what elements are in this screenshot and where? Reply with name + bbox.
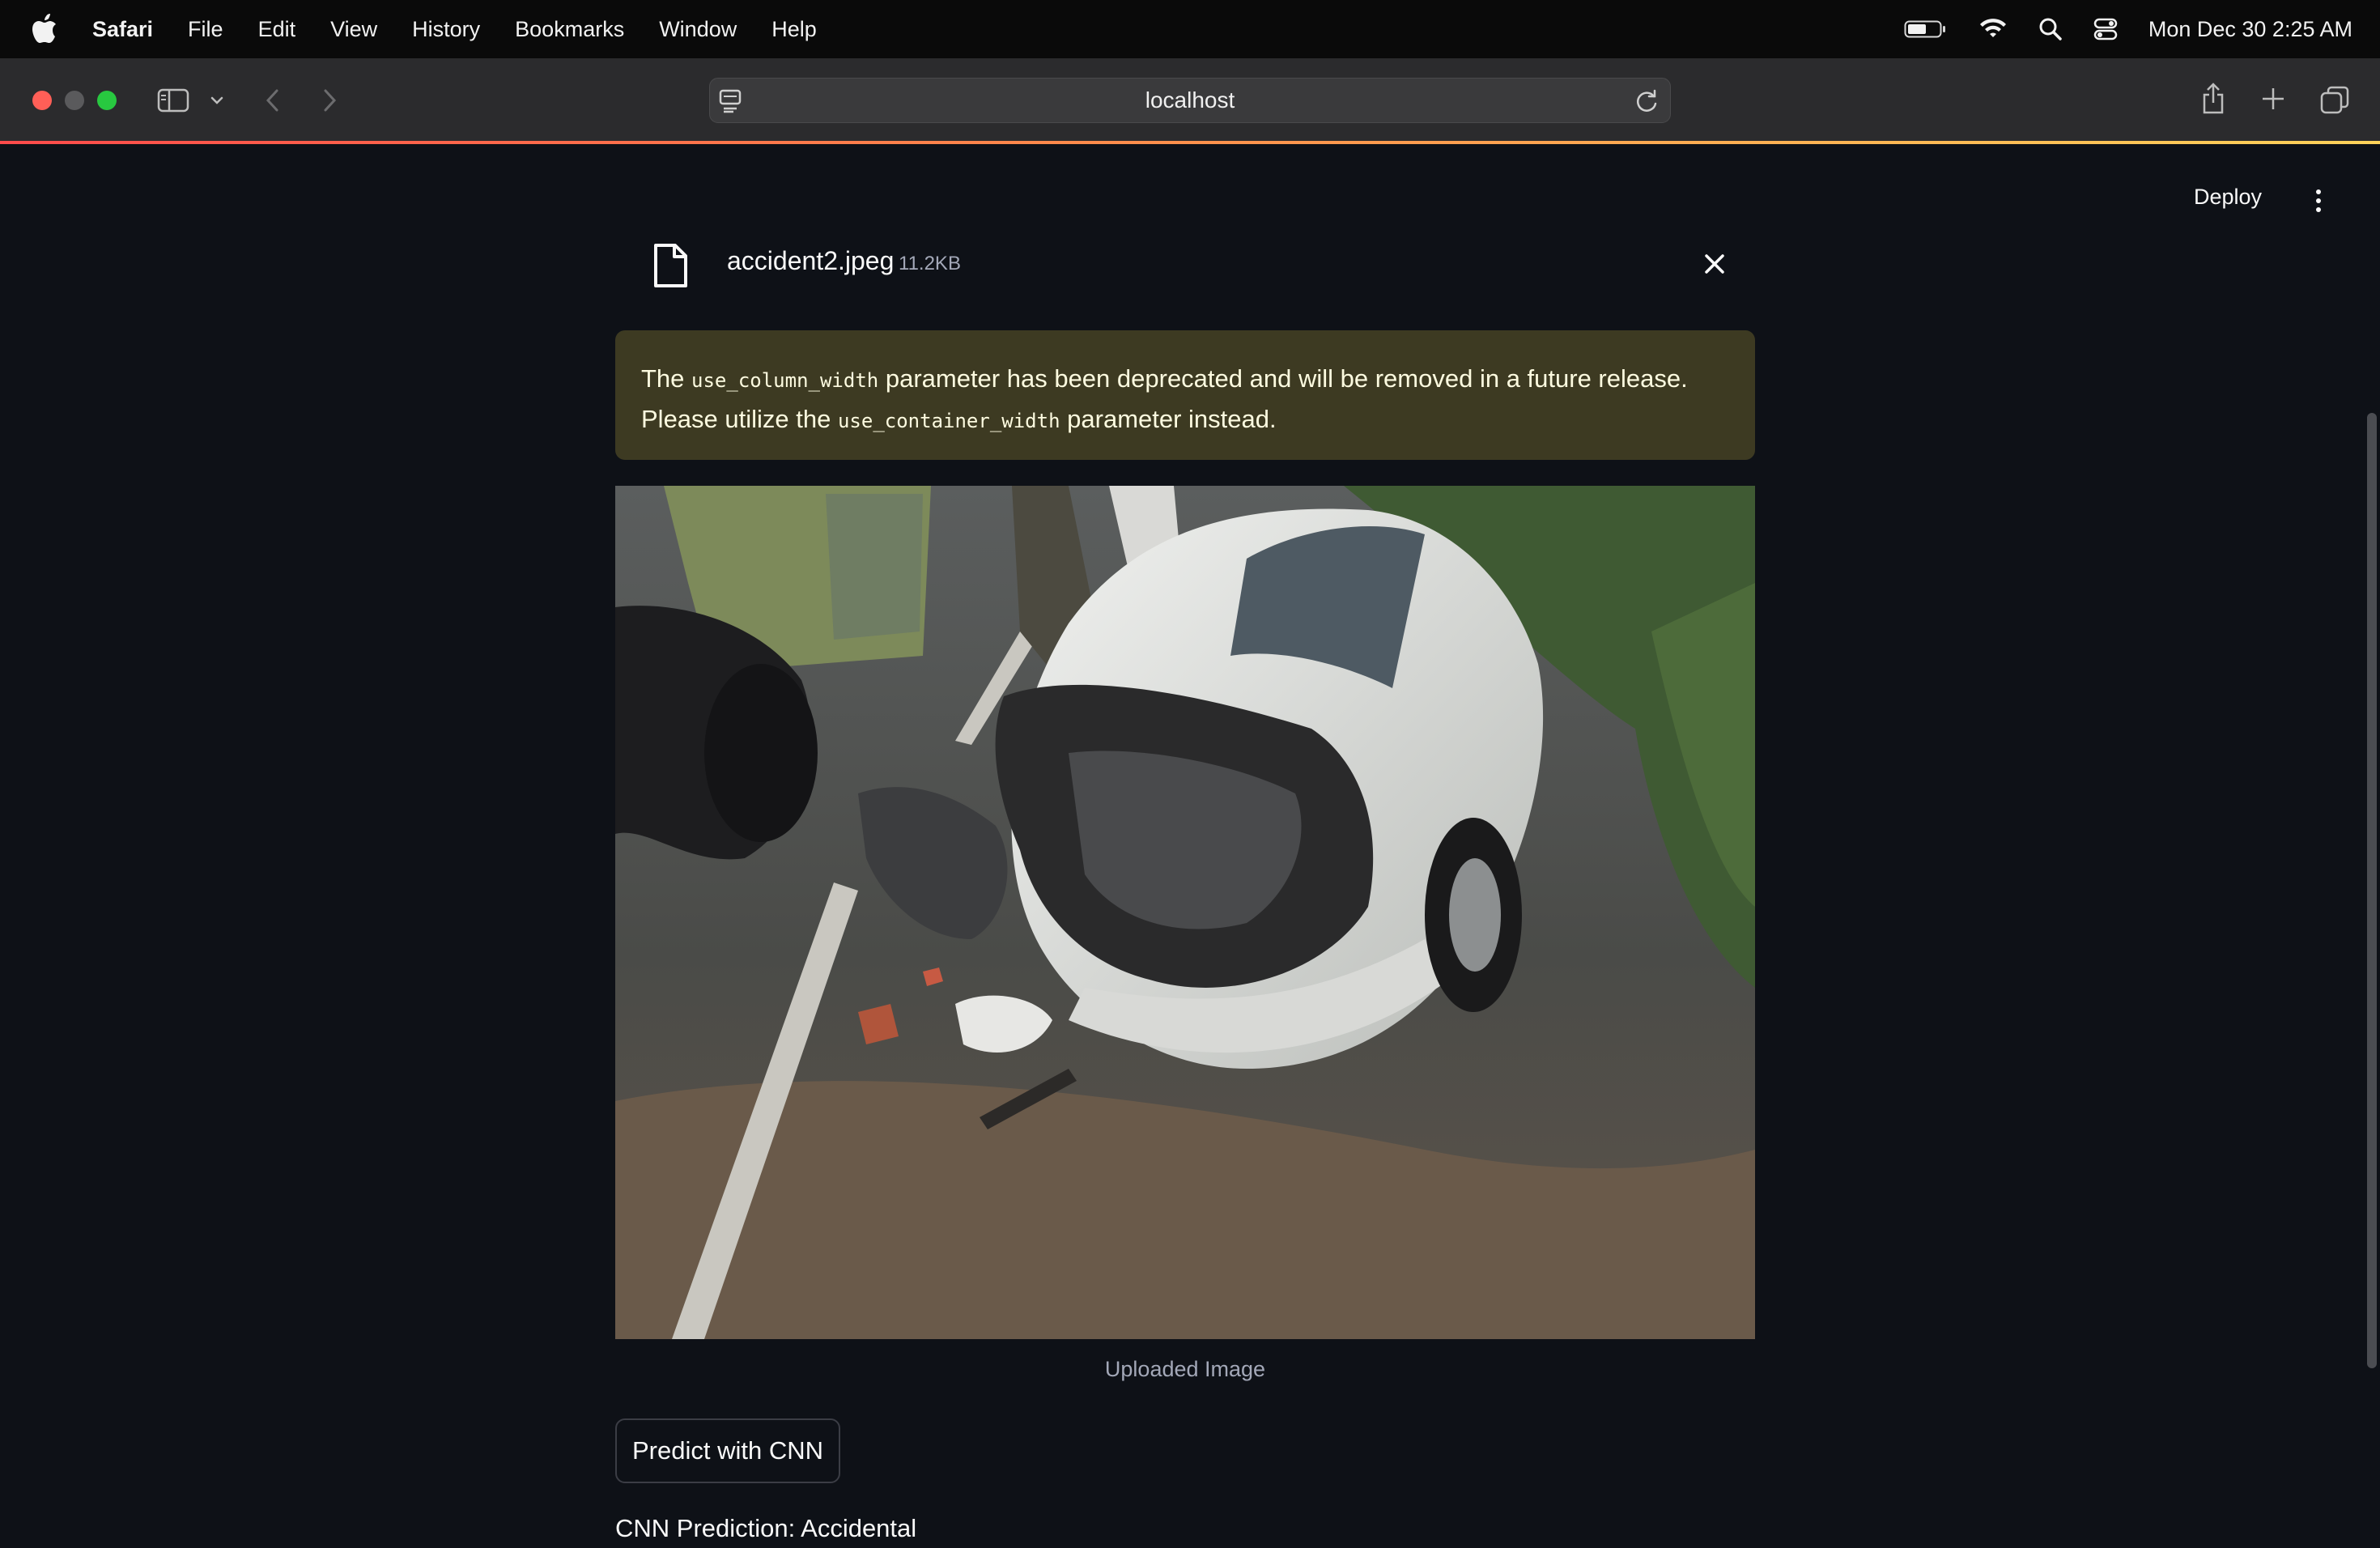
deprecation-warning: The use_column_width parameter has been … <box>615 330 1755 460</box>
menu-window[interactable]: Window <box>659 17 737 42</box>
minimize-window-button[interactable] <box>65 91 84 110</box>
spotlight-search-icon[interactable] <box>2038 17 2063 41</box>
main-menu-icon[interactable] <box>2309 185 2328 217</box>
warning-text: parameter instead. <box>1060 405 1277 433</box>
remove-file-button[interactable] <box>1698 248 1731 280</box>
predict-with-cnn-button[interactable]: Predict with CNN <box>615 1418 840 1483</box>
forward-icon[interactable] <box>317 86 342 115</box>
menubar-clock[interactable]: Mon Dec 30 2:25 AM <box>2148 17 2352 42</box>
file-icon <box>651 243 690 292</box>
uploaded-file-size: 11.2KB <box>899 253 961 274</box>
warning-code-old-param: use_column_width <box>691 369 879 392</box>
apple-menu-icon[interactable] <box>31 14 58 45</box>
address-bar[interactable]: localhost <box>709 78 1671 123</box>
new-tab-icon[interactable] <box>2259 84 2288 113</box>
back-icon[interactable] <box>261 86 285 115</box>
streamlit-decoration-bar <box>0 141 2380 144</box>
warning-code-new-param: use_container_width <box>837 410 1060 432</box>
cnn-prediction-result: CNN Prediction: Accidental <box>615 1514 917 1542</box>
wifi-icon[interactable] <box>1978 18 2008 40</box>
url-text: localhost <box>1145 87 1235 113</box>
menu-bookmarks[interactable]: Bookmarks <box>515 17 624 42</box>
share-icon[interactable] <box>2199 81 2228 117</box>
close-icon <box>1705 254 1724 274</box>
menu-app-safari[interactable]: Safari <box>92 17 153 42</box>
menu-bar: Safari File Edit View History Bookmarks … <box>0 0 2380 58</box>
warning-text: The <box>641 364 692 393</box>
deploy-button[interactable]: Deploy <box>2194 185 2262 210</box>
browser-toolbar: localhost <box>0 58 2380 142</box>
page-scrollbar[interactable] <box>2367 413 2377 1368</box>
reload-icon[interactable] <box>1633 87 1660 120</box>
crashed-car-photo <box>615 486 1755 1339</box>
status-area: Mon Dec 30 2:25 AM <box>1873 0 2352 58</box>
menu-help[interactable]: Help <box>771 17 817 42</box>
uploaded-file-name: accident2.jpeg <box>727 246 895 275</box>
uploaded-file-row: accident2.jpeg 11.2KB <box>615 227 1755 304</box>
close-window-button[interactable] <box>32 91 52 110</box>
menu-edit[interactable]: Edit <box>258 17 296 42</box>
menu-file[interactable]: File <box>188 17 223 42</box>
menu-history[interactable]: History <box>412 17 480 42</box>
chevron-down-icon[interactable] <box>207 91 227 110</box>
uploaded-image <box>615 486 1755 1339</box>
page-settings-icon[interactable] <box>718 87 742 120</box>
sidebar-toggle-icon[interactable] <box>157 84 189 117</box>
control-center-icon[interactable] <box>2093 17 2118 41</box>
image-caption: Uploaded Image <box>1104 1357 1266 1381</box>
battery-icon[interactable] <box>1904 19 1948 40</box>
tab-overview-icon[interactable] <box>2318 84 2351 117</box>
menu-view[interactable]: View <box>330 17 377 42</box>
window-controls <box>32 91 130 110</box>
zoom-window-button[interactable] <box>97 91 117 110</box>
